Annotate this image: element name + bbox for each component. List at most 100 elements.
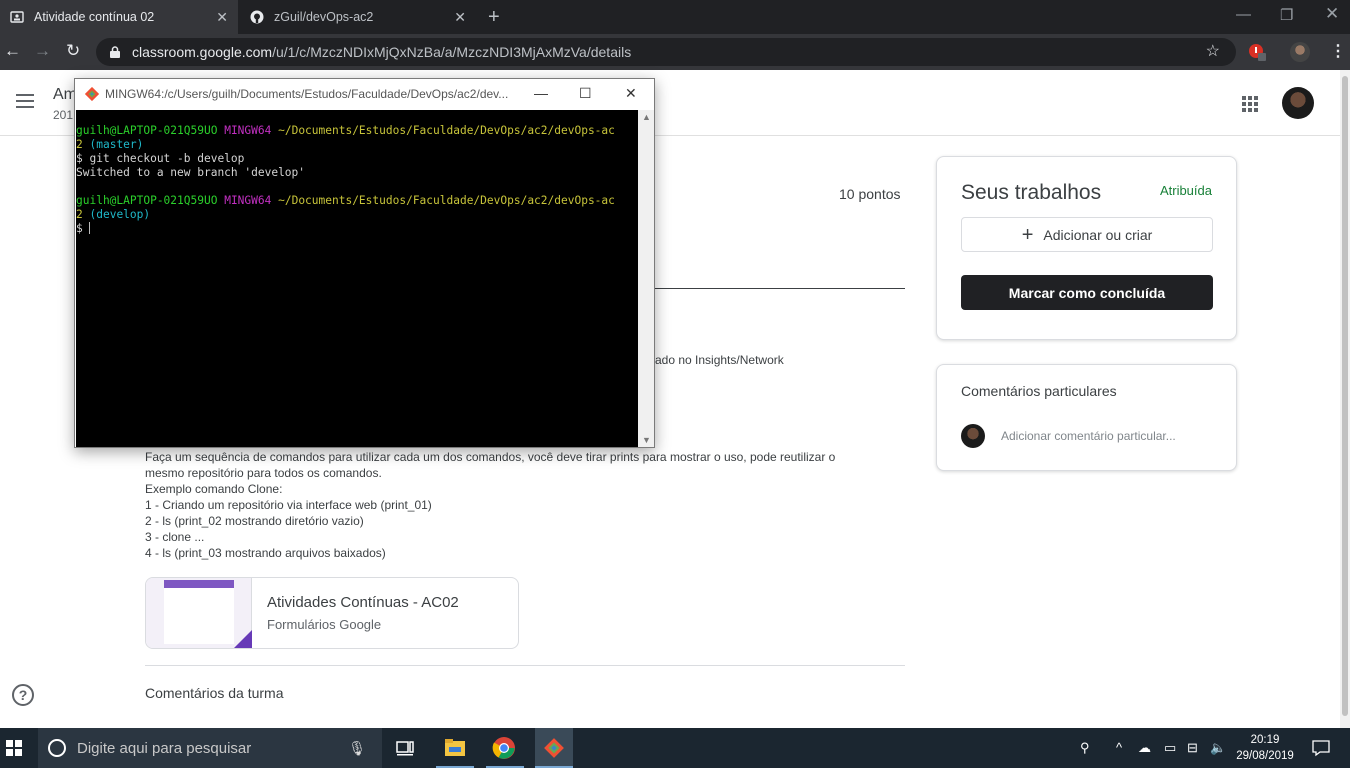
description-line: 4 - ls (print_03 mostrando arquivos baix… (145, 546, 386, 560)
close-window-icon[interactable]: ✕ (1325, 4, 1339, 24)
prompt-path: ~/Documents/Estudos/Faculdade/DevOps/ac2… (278, 194, 615, 207)
restore-icon[interactable]: ❐ (1280, 6, 1293, 24)
tab-close-icon[interactable]: ✕ (454, 9, 466, 26)
url-host: classroom.google.com (132, 44, 273, 60)
terminal-output[interactable]: guilh@LAPTOP-021Q59UO MINGW64 ~/Document… (76, 110, 638, 447)
prompt-user: guilh@LAPTOP-021Q59UO (76, 124, 218, 137)
description-line: 1 - Criando um repositório via interface… (145, 498, 432, 512)
status-badge: Atribuída (1159, 183, 1212, 198)
private-comments-card: Comentários particulares Adicionar comen… (936, 364, 1237, 471)
prompt-shell: MINGW64 (224, 124, 272, 137)
terminal-line: $ (76, 222, 638, 236)
add-or-create-label: Adicionar ou criar (1043, 226, 1153, 243)
address-bar[interactable]: classroom.google.com/u/1/c/MzczNDIxMjQxN… (96, 38, 1236, 66)
back-arrow-icon[interactable]: ← (4, 41, 21, 61)
tab-title: zGuil/devOps-ac2 (274, 10, 374, 24)
tab-github[interactable]: zGuil/devOps-ac2 ✕ (240, 0, 476, 34)
classroom-favicon-icon (10, 11, 24, 23)
terminal-line: guilh@LAPTOP-021Q59UO MINGW64 ~/Document… (76, 194, 638, 208)
cortana-icon (48, 739, 66, 757)
close-icon[interactable]: ✕ (625, 85, 637, 102)
tab-classroom[interactable]: Atividade contínua 02 ✕ (0, 0, 238, 34)
people-icon[interactable]: ⚲ (1080, 740, 1090, 756)
prompt-dollar: $ (76, 222, 83, 235)
prompt-branch: (master) (89, 138, 144, 151)
battery-icon[interactable]: ▭ (1164, 740, 1176, 756)
bookmark-star-icon[interactable]: ☆ (1206, 41, 1220, 61)
network-icon[interactable]: ⊟ (1187, 740, 1198, 756)
mingw-terminal-window: MINGW64:/c/Users/guilh/Documents/Estudos… (74, 78, 655, 448)
tab-close-icon[interactable]: ✕ (216, 9, 228, 26)
page-scrollbar[interactable] (1340, 70, 1350, 728)
text-cursor (88, 222, 90, 234)
show-hidden-icons-chevron-icon[interactable]: ^ (1116, 740, 1122, 755)
terminal-title-bar[interactable]: MINGW64:/c/Users/guilh/Documents/Estudos… (75, 79, 654, 110)
assignment-points: 10 pontos (839, 186, 901, 202)
forward-arrow-icon[interactable]: → (34, 41, 51, 61)
google-apps-icon[interactable] (1242, 96, 1258, 112)
file-explorer-icon[interactable] (443, 736, 467, 760)
windows-taskbar: Digite aqui para pesquisar 🎙 ⚲ ^ ☁ ▭ ⊟ 🔈… (0, 728, 1350, 768)
terminal-scrollbar[interactable]: ▲ ▼ (638, 110, 654, 447)
prompt-shell: MINGW64 (224, 194, 272, 207)
avatar (961, 424, 985, 448)
profile-avatar[interactable] (1290, 42, 1310, 62)
prompt-path-cont: 2 (76, 208, 83, 221)
browser-tab-bar: Atividade contínua 02 ✕ zGuil/devOps-ac2… (0, 0, 1350, 34)
chrome-icon[interactable] (492, 736, 516, 760)
task-view-icon[interactable] (394, 736, 418, 760)
attachment-title: Atividades Contínuas - AC02 (267, 594, 459, 611)
account-avatar[interactable] (1282, 87, 1314, 119)
comments-divider (145, 665, 905, 666)
your-work-card: Seus trabalhos Atribuída + Adicionar ou c… (936, 156, 1237, 340)
class-section: 201 (53, 108, 74, 122)
terminal-line: $ git checkout -b develop (76, 152, 245, 165)
forms-attachment-card[interactable]: Atividades Contínuas - AC02 Formulários … (145, 577, 519, 649)
github-favicon-icon (250, 10, 264, 24)
plus-icon: + (1021, 223, 1034, 246)
terminal-line: 2 (develop) (76, 208, 638, 222)
browser-menu-icon[interactable]: ⋮ (1330, 41, 1346, 61)
search-placeholder: Digite aqui para pesquisar (77, 739, 252, 757)
description-line: Faça um sequência de comandos para utili… (145, 450, 836, 464)
mark-as-done-button[interactable]: Marcar como concluída (961, 275, 1213, 310)
prompt-path: ~/Documents/Estudos/Faculdade/DevOps/ac2… (278, 124, 615, 137)
class-comments-heading[interactable]: Comentários da turma (145, 685, 284, 701)
private-comments-title: Comentários particulares (961, 383, 1117, 399)
minimize-icon[interactable]: — (534, 85, 548, 101)
terminal-line: Switched to a new branch 'develop' (76, 166, 306, 179)
new-tab-plus-icon[interactable]: + (488, 6, 500, 29)
description-line: 2 - ls (print_02 mostrando diretório vaz… (145, 514, 364, 528)
help-icon[interactable]: ? (12, 684, 34, 706)
volume-icon[interactable]: 🔈 (1210, 740, 1226, 756)
git-bash-taskbar-icon[interactable] (542, 736, 566, 760)
prompt-path-cont: 2 (76, 138, 83, 151)
microphone-icon[interactable]: 🎙 (348, 740, 366, 757)
windows-start-icon[interactable] (6, 740, 22, 756)
private-comment-input[interactable]: Adicionar comentário particular... (1001, 429, 1176, 443)
onedrive-cloud-icon[interactable]: ☁ (1138, 740, 1151, 756)
maximize-icon[interactable]: ☐ (579, 85, 592, 102)
git-bash-icon (85, 87, 99, 101)
minimize-icon[interactable]: — (1236, 6, 1251, 23)
extension-icon[interactable] (1248, 43, 1266, 61)
clock-time: 20:19 (1250, 734, 1280, 746)
terminal-title: MINGW64:/c/Users/guilh/Documents/Estudos… (105, 87, 509, 101)
browser-toolbar: ← → ↻ classroom.google.com/u/1/c/MzczNDI… (0, 34, 1350, 70)
header-divider (640, 288, 905, 289)
notifications-icon[interactable] (1312, 739, 1330, 757)
url-text: classroom.google.com/u/1/c/MzczNDIxMjQxN… (132, 44, 631, 60)
forms-thumbnail (146, 578, 252, 648)
terminal-line: 2 (master) (76, 138, 638, 152)
description-line: mesmo repositório para todos os comandos… (145, 466, 382, 480)
scroll-up-icon[interactable]: ▲ (642, 112, 651, 122)
prompt-user: guilh@LAPTOP-021Q59UO (76, 194, 218, 207)
scroll-down-icon[interactable]: ▼ (642, 435, 651, 445)
reload-icon[interactable]: ↻ (66, 41, 80, 61)
add-or-create-button[interactable]: + Adicionar ou criar (961, 217, 1213, 252)
main-menu-icon[interactable] (16, 94, 34, 108)
taskbar-clock[interactable]: 20:19 29/08/2019 (1232, 732, 1298, 764)
terminal-line: guilh@LAPTOP-021Q59UO MINGW64 ~/Document… (76, 124, 638, 138)
taskbar-search-box[interactable]: Digite aqui para pesquisar 🎙 (38, 728, 382, 768)
